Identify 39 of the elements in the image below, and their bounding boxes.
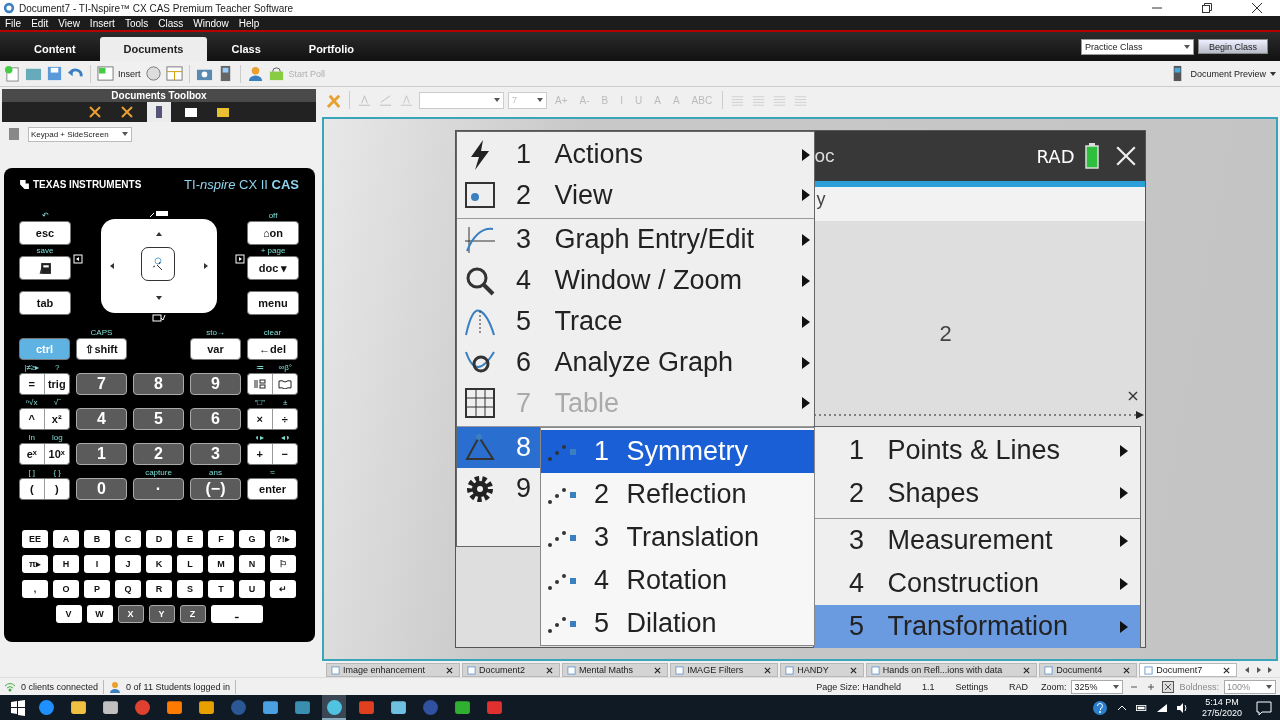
page-number: 1.1	[920, 681, 936, 692]
zoom-label: Zoom:	[1040, 681, 1067, 692]
key-shift-label: “□”	[253, 397, 266, 408]
key-shift-label: CAPS	[89, 327, 114, 338]
key-shift-label: sto→	[205, 327, 226, 338]
key-shift-label: ±	[282, 397, 289, 408]
key-shift-label: |≠≥▸	[23, 362, 41, 373]
key-shift-label: ∞β°	[277, 362, 293, 373]
angle-mode: RAD	[1007, 681, 1029, 692]
key-shift-label: ans	[208, 467, 223, 478]
students-status: 0 of 11 Students logged in	[126, 681, 230, 692]
document-name: oc	[814, 145, 835, 167]
key-shift-label: save	[35, 245, 55, 256]
key-shift-label: ◂◑	[279, 432, 291, 443]
key-shift-label: ≈	[269, 467, 276, 478]
page-size-label: Page Size: Handheld	[815, 681, 902, 692]
key-shift-label: ↶	[40, 210, 50, 221]
key-shift-label: { }	[52, 467, 63, 478]
key-shift-label: clear	[262, 327, 283, 338]
key-shift-label: off	[267, 210, 279, 221]
brand-text: TEXAS INSTRUMENTS	[19, 178, 142, 190]
window-title: Document7 - TI-Nspire™ CX CAS Premium Teacher Software	[19, 2, 294, 14]
key-shift-label: capture	[144, 467, 173, 478]
model-name: TI-nspire CX II CAS	[184, 176, 299, 192]
key-shift-label: + page	[259, 245, 287, 256]
clients-status: 0 clients connected	[21, 681, 99, 692]
toolbox-title: Documents Toolbox	[2, 89, 316, 102]
key-shift-label: [ ]	[27, 467, 37, 478]
graph-label: 2	[939, 321, 952, 347]
key-shift-label: ?	[54, 362, 61, 373]
angle-mode: RAD	[1036, 145, 1075, 167]
entry-line-text: y	[816, 188, 826, 210]
key-shift-label: √‾	[52, 397, 62, 408]
key-shift-label: ≔	[254, 362, 265, 373]
boldness-label: Boldness:	[1179, 681, 1219, 692]
key-shift-label: ◐▸	[254, 432, 266, 443]
key-shift-label: log	[50, 432, 64, 443]
key-shift-label: ⁿ√x	[25, 397, 39, 408]
key-shift-label: ln	[27, 432, 36, 443]
